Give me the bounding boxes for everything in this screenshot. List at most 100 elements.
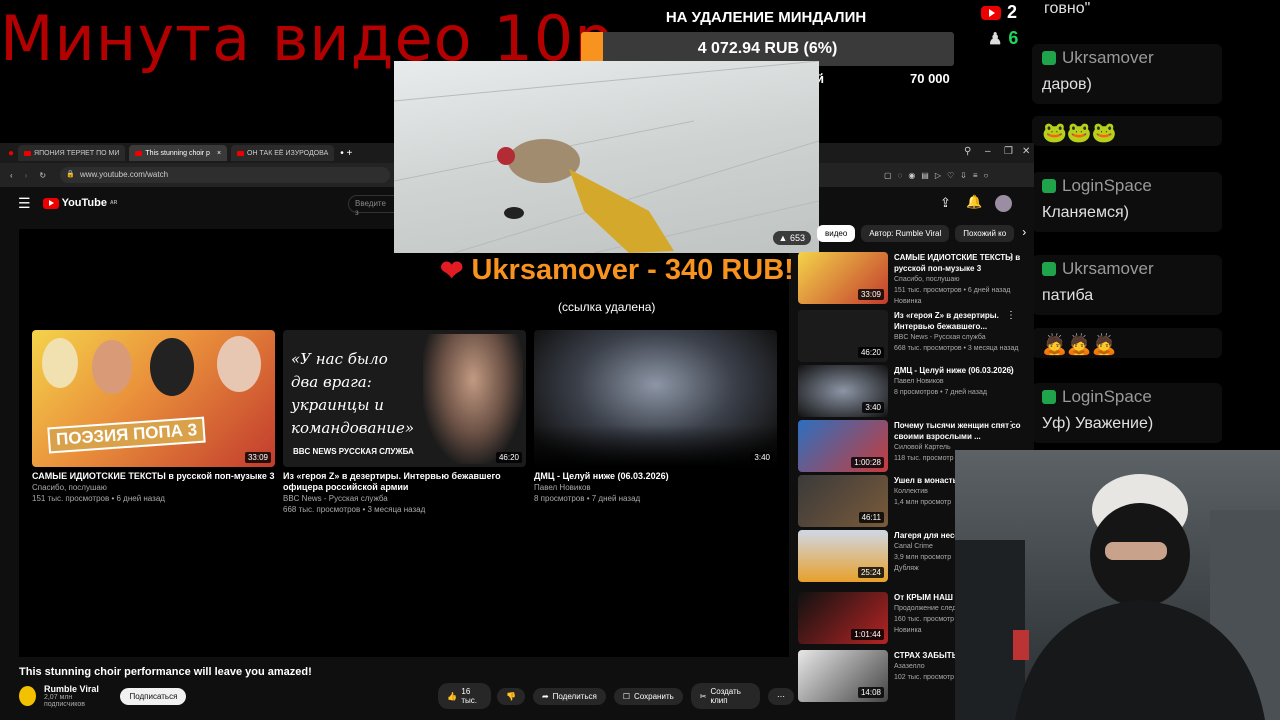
- thumbnail-title-text: ПОЭЗИЯ ПОПА 3: [47, 416, 206, 454]
- user-badge-icon: [1042, 262, 1056, 276]
- browser-tab[interactable]: ЯПОНИЯ ТЕРЯЕТ ПО МИ: [18, 145, 126, 161]
- donation-note: (ссылка удалена): [558, 300, 656, 314]
- recommendation-thumbnail[interactable]: 46:11: [798, 475, 888, 527]
- lock-icon: 🔒: [66, 171, 75, 178]
- chat-emotes: 🐸🐸🐸: [1042, 122, 1117, 144]
- end-card-channel: BBC News - Русская служба: [283, 494, 388, 503]
- youtube-logo[interactable]: YouTube AR: [42, 197, 117, 209]
- chat-top-text: говно": [1044, 0, 1091, 17]
- account-avatar[interactable]: [995, 195, 1012, 212]
- youtube-icon: [981, 5, 1001, 20]
- chat-message: Ukrsamover патиба: [1032, 255, 1222, 315]
- end-card-thumbnail[interactable]: «У нас было два врага: украинцы и команд…: [283, 330, 526, 467]
- person-image: [150, 338, 194, 396]
- chip[interactable]: Похожий ко: [955, 225, 1015, 242]
- duration-badge: 46:20: [495, 452, 522, 463]
- chat-message: 🐸🐸🐸: [1032, 116, 1222, 146]
- youtube-viewers-stat: 2: [981, 2, 1017, 23]
- chat-message: Ukrsamover даров): [1032, 44, 1222, 104]
- streamer-image: [955, 474, 1280, 720]
- recommendation-item[interactable]: 3:40 ДМЦ - Целуй ниже (06.03.2026) Павел …: [798, 365, 1033, 417]
- more-options-icon[interactable]: ⋮: [1006, 420, 1016, 431]
- end-card-meta: 8 просмотров • 7 дней назад: [534, 494, 641, 503]
- close-tab-icon[interactable]: ×: [217, 150, 221, 157]
- recommendation-thumbnail[interactable]: 14:08: [798, 650, 888, 702]
- extensions-icons[interactable]: ▢◌◉▤▷♡⇩≡○: [884, 171, 994, 180]
- viewers-count: 6: [1008, 28, 1019, 48]
- duration-badge: 3:40: [751, 452, 773, 463]
- bbc-logo: BBC NEWS РУССКАЯ СЛУЖБА: [293, 447, 414, 456]
- reload-icon[interactable]: ↻: [39, 171, 46, 180]
- dislike-button[interactable]: 👎: [496, 687, 525, 705]
- recommendation-item[interactable]: 46:20 Из «героя Z» в дезертиры. Интервью…: [798, 310, 1033, 362]
- more-options-icon[interactable]: ⋮: [1006, 252, 1016, 263]
- browser-tab[interactable]: ОН ТАК ЕЁ ИЗУРОДОВА: [231, 145, 335, 161]
- streamer-webcam: [955, 450, 1280, 720]
- menu-icon[interactable]: ☰: [18, 195, 31, 212]
- users-icon: ♟: [988, 30, 1003, 48]
- chat-message: 🙇🙇🙇: [1032, 328, 1222, 358]
- end-card-thumbnail[interactable]: 3:40: [534, 330, 777, 467]
- search-tabs-icon[interactable]: ⚲: [964, 146, 971, 157]
- close-window-icon[interactable]: ✕: [1022, 146, 1030, 157]
- user-badge-icon: [1042, 179, 1056, 193]
- end-card[interactable]: 3:40 ДМЦ - Целуй ниже (06.03.2026) Павел…: [534, 330, 777, 504]
- scissors-icon: ✂: [699, 691, 707, 701]
- new-tab-icon[interactable]: • +: [340, 148, 352, 159]
- video-title: This stunning choir performance will lea…: [19, 666, 312, 678]
- clip-button[interactable]: ✂ Создать клип: [690, 683, 761, 709]
- end-card[interactable]: «У нас было два врага: украинцы и команд…: [283, 330, 526, 515]
- end-card-meta: 668 тыс. просмотров • 3 месяца назад: [283, 505, 426, 514]
- chat-text: Уф) Уважение): [1042, 415, 1154, 432]
- donation-alert: ❤ Ukrsamover - 340 RUB!: [440, 254, 794, 287]
- subscriber-count: 2,07 млн подписчиков: [43, 694, 86, 708]
- donation-alert-text: Ukrsamover - 340 RUB!: [471, 254, 794, 286]
- recommendation-thumbnail[interactable]: 3:40: [798, 365, 888, 417]
- chat-username: Ukrsamover: [1042, 48, 1212, 68]
- youtube-favicon-icon: [24, 150, 32, 156]
- save-button[interactable]: ☐ Сохранить: [613, 687, 683, 705]
- browser-tab-active[interactable]: This stunning choir p ×: [129, 145, 228, 161]
- person-image: [217, 336, 261, 392]
- more-actions-button[interactable]: ⋯: [768, 687, 795, 705]
- thumbs-down-icon: 👎: [505, 691, 516, 701]
- chip[interactable]: видео: [817, 225, 856, 242]
- bookmark-icon: ☐: [622, 691, 631, 701]
- clip-views-pill: ▲ 653: [772, 231, 811, 245]
- chevron-right-icon[interactable]: ›: [1022, 225, 1026, 242]
- end-card-title[interactable]: ДМЦ - Целуй ниже (06.03.2026): [534, 471, 777, 482]
- restore-icon[interactable]: ❐: [1004, 146, 1013, 157]
- end-card-thumbnail[interactable]: ПОЭЗИЯ ПОПА 3 33:09: [32, 330, 275, 467]
- recommendation-thumbnail[interactable]: 1:00:28: [798, 420, 888, 472]
- channel-avatar[interactable]: [19, 686, 36, 706]
- end-card[interactable]: ПОЭЗИЯ ПОПА 3 33:09 САМЫЕ ИДИОТСКИЕ ТЕКС…: [32, 330, 275, 504]
- donation-goal-target: 70 000: [910, 71, 950, 86]
- recommendation-item[interactable]: 33:09 САМЫЕ ИДИОТСКИЕ ТЕКСТЫ в русской п…: [798, 252, 1033, 304]
- recommendation-thumbnail[interactable]: 33:09: [798, 252, 888, 304]
- share-icon: ➦: [541, 691, 549, 701]
- recommendation-thumbnail[interactable]: 1:01:44: [798, 592, 888, 644]
- chat-username: Ukrsamover: [1042, 259, 1212, 279]
- chip[interactable]: Автор: Rumble Viral: [861, 225, 950, 242]
- end-card-title[interactable]: САМЫЕ ИДИОТСКИЕ ТЕКСТЫ в русской поп-муз…: [32, 471, 275, 482]
- end-card-title[interactable]: Из «героя Z» в дезертиры. Интервью бежав…: [283, 471, 526, 493]
- donation-goal-title: НА УДАЛЕНИЕ МИНДАЛИН: [665, 9, 867, 26]
- more-options-icon[interactable]: ⋮: [1006, 365, 1016, 376]
- subscribe-button[interactable]: Подписаться: [120, 687, 187, 705]
- notifications-icon[interactable]: 🔔: [966, 194, 982, 210]
- channel-name[interactable]: Rumble Viral: [44, 684, 105, 694]
- minimize-icon[interactable]: –: [985, 146, 991, 157]
- recommendation-thumbnail[interactable]: 25:24: [798, 530, 888, 582]
- recommendation-thumbnail[interactable]: 46:20: [798, 310, 888, 362]
- like-button[interactable]: 👍 16 тыс.: [438, 683, 491, 709]
- skier-image: [394, 61, 819, 253]
- search-input[interactable]: Введите з: [348, 195, 396, 217]
- chat-username: LoginSpace: [1042, 387, 1212, 407]
- back-icon[interactable]: ‹: [10, 171, 13, 180]
- url-input[interactable]: www.youtube.com/watch: [60, 167, 390, 183]
- forward-icon[interactable]: ›: [25, 171, 28, 180]
- share-button[interactable]: ➦ Поделиться: [532, 687, 606, 705]
- upload-icon[interactable]: ⇪: [940, 195, 951, 211]
- end-card-channel: Спасибо, послушаю: [32, 483, 107, 492]
- more-options-icon[interactable]: ⋮: [1006, 310, 1016, 321]
